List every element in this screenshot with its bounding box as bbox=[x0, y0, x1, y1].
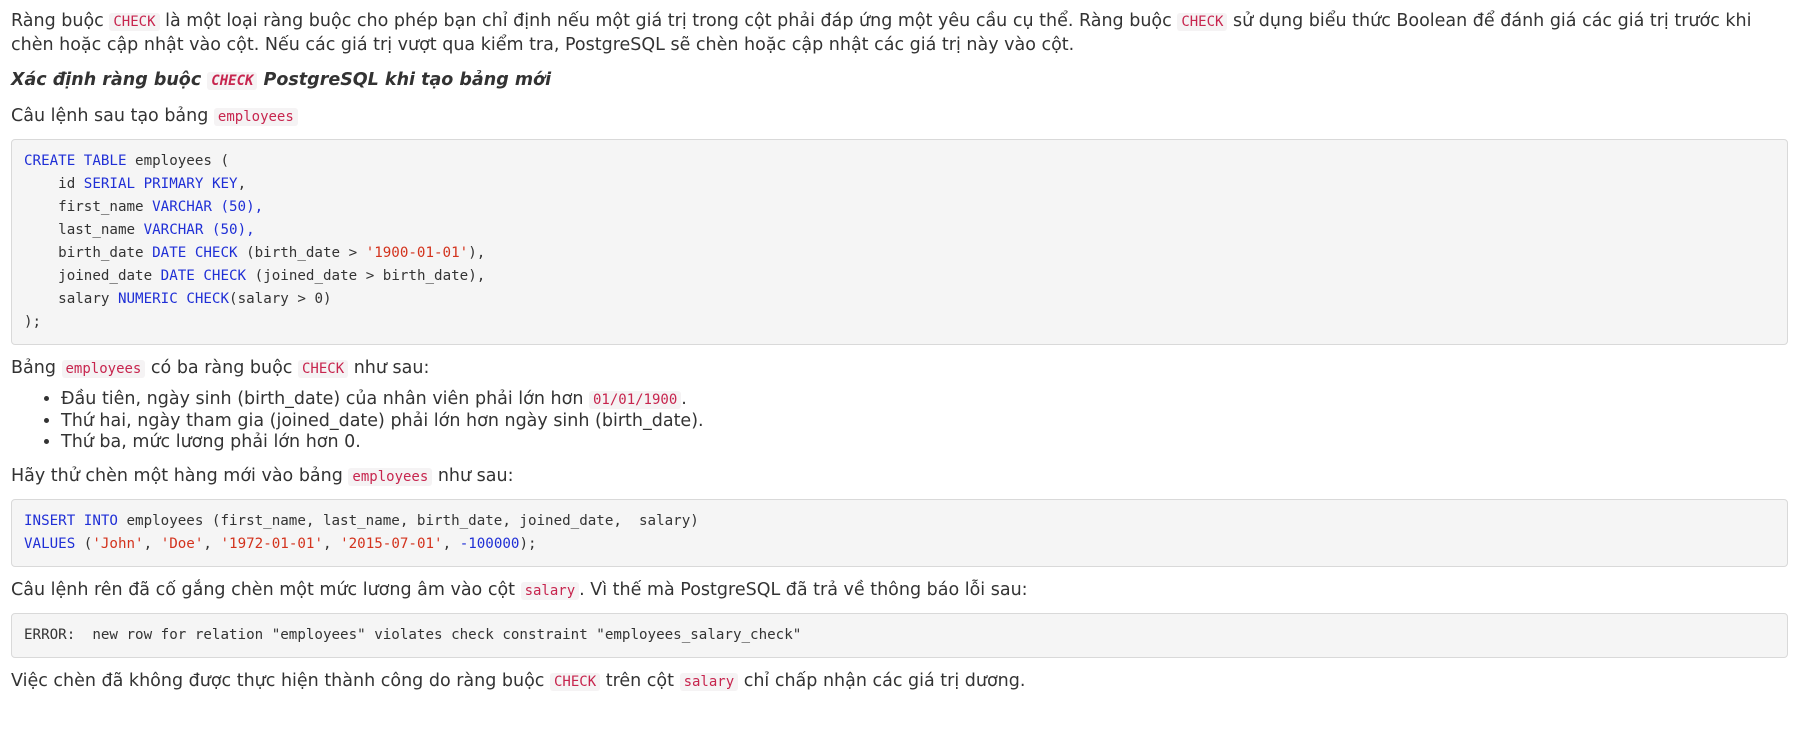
insert-lead: Hãy thử chèn một hàng mới vào bảng emplo… bbox=[11, 466, 514, 486]
list-item: Thứ ba, mức lương phải lớn hơn 0. bbox=[61, 432, 1788, 453]
error-message-block[interactable]: ERROR: new row for relation "employees" … bbox=[11, 613, 1788, 658]
inline-code-salary: salary bbox=[679, 673, 739, 691]
create-table-code-block[interactable]: CREATE TABLE employees ( id SERIAL PRIMA… bbox=[11, 139, 1788, 345]
inline-code-check: CHECK bbox=[1177, 13, 1228, 31]
code-line: ); bbox=[24, 314, 42, 330]
inline-code-salary: salary bbox=[520, 582, 580, 600]
code-line: birth_date DATE CHECK (birth_date > '190… bbox=[24, 245, 486, 261]
intro-paragraph: Ràng buộc CHECK là một loại ràng buộc ch… bbox=[11, 11, 1752, 55]
section-heading: Xác định ràng buộc CHECK PostgreSQL khi … bbox=[11, 70, 552, 90]
code-line: joined_date DATE CHECK (joined_date > bi… bbox=[24, 268, 486, 284]
create-table-lead: Câu lệnh sau tạo bảng employees bbox=[11, 105, 1788, 129]
inline-code-check: CHECK bbox=[109, 13, 160, 31]
inline-code-check: CHECK bbox=[549, 673, 601, 691]
code-line: ERROR: new row for relation "employees" … bbox=[24, 627, 802, 643]
insert-code-block[interactable]: INSERT INTO employees (first_name, last_… bbox=[11, 499, 1788, 567]
code-line: last_name VARCHAR (50), bbox=[24, 222, 255, 238]
list-item: Thứ hai, ngày tham gia (joined_date) phả… bbox=[61, 411, 1788, 432]
checks-lead: Bảng employees có ba ràng buộc CHECK như… bbox=[11, 358, 430, 378]
list-item: Đầu tiên, ngày sinh (birth_date) của nhâ… bbox=[61, 389, 1788, 411]
inline-code-employees: employees bbox=[348, 468, 433, 486]
code-line: first_name VARCHAR (50), bbox=[24, 199, 264, 215]
conclusion-paragraph: Việc chèn đã không được thực hiện thành … bbox=[11, 671, 1026, 691]
inline-code-check: CHECK bbox=[207, 72, 258, 90]
error-lead: Câu lệnh rên đã cố gắng chèn một mức lươ… bbox=[11, 580, 1028, 600]
inline-code-employees: employees bbox=[61, 360, 146, 378]
inline-code-check: CHECK bbox=[297, 360, 349, 378]
code-line: INSERT INTO employees (first_name, last_… bbox=[24, 513, 699, 529]
check-constraints-list: Đầu tiên, ngày sinh (birth_date) của nhâ… bbox=[11, 389, 1788, 453]
inline-code-employees: employees bbox=[213, 108, 298, 126]
code-line: salary NUMERIC CHECK(salary > 0) bbox=[24, 291, 332, 307]
inline-code-date: 01/01/1900 bbox=[588, 391, 682, 409]
code-line: id SERIAL PRIMARY KEY, bbox=[24, 176, 247, 192]
code-line: CREATE TABLE employees ( bbox=[24, 153, 230, 169]
code-line: VALUES ('John', 'Doe', '1972-01-01', '20… bbox=[24, 536, 537, 552]
